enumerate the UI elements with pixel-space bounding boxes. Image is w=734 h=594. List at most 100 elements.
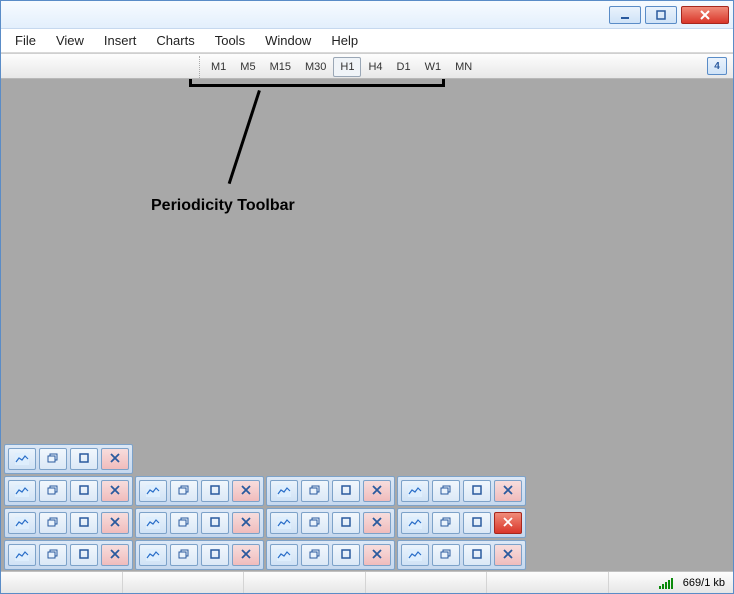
restore-icon — [309, 516, 321, 530]
app-window: FileViewInsertChartsToolsWindowHelp M1M5… — [0, 0, 734, 594]
status-cell-4 — [366, 572, 488, 593]
maximize-button[interactable] — [70, 448, 98, 470]
close-button[interactable] — [681, 6, 729, 24]
window-titlebar — [1, 1, 733, 29]
restore-button[interactable] — [432, 480, 460, 502]
period-m1[interactable]: M1 — [204, 57, 233, 77]
restore-icon — [178, 548, 190, 562]
annotation-label: Periodicity Toolbar — [151, 197, 295, 215]
close-icon — [110, 548, 120, 562]
restore-button[interactable] — [432, 512, 460, 534]
maximize-button[interactable] — [463, 512, 491, 534]
maximize-icon — [79, 516, 89, 530]
restore-button[interactable] — [39, 448, 67, 470]
close-button[interactable] — [232, 544, 260, 566]
menu-view[interactable]: View — [46, 31, 94, 50]
restore-button[interactable] — [39, 480, 67, 502]
restore-icon — [47, 452, 59, 466]
maximize-button[interactable] — [70, 512, 98, 534]
maximize-button[interactable] — [70, 480, 98, 502]
restore-button[interactable] — [301, 512, 329, 534]
period-mn[interactable]: MN — [448, 57, 479, 77]
close-button[interactable] — [363, 544, 391, 566]
annotation-leader-line — [228, 90, 261, 184]
close-icon — [110, 516, 120, 530]
mdi-window — [135, 476, 264, 506]
maximize-button[interactable] — [201, 480, 229, 502]
chart-icon — [277, 517, 291, 529]
maximize-icon — [472, 516, 482, 530]
mdi-row — [3, 539, 731, 571]
connection-bars-icon — [659, 577, 679, 589]
close-button[interactable] — [232, 480, 260, 502]
close-button[interactable] — [101, 544, 129, 566]
maximize-button[interactable] — [201, 512, 229, 534]
period-h1[interactable]: H1 — [333, 57, 361, 77]
mdi-window — [266, 508, 395, 538]
restore-icon — [178, 484, 190, 498]
maximize-icon — [341, 548, 351, 562]
close-icon — [503, 548, 513, 562]
period-h4[interactable]: H4 — [361, 57, 389, 77]
menu-tools[interactable]: Tools — [205, 31, 255, 50]
mdi-window — [397, 476, 526, 506]
restore-button[interactable] — [170, 480, 198, 502]
period-w1[interactable]: W1 — [418, 57, 449, 77]
maximize-button[interactable] — [463, 544, 491, 566]
close-icon — [372, 548, 382, 562]
maximize-icon — [341, 484, 351, 498]
status-cell-5 — [487, 572, 609, 593]
restore-button[interactable] — [170, 512, 198, 534]
maximize-button[interactable] — [332, 480, 360, 502]
statusbar: 669/1 kb — [1, 571, 733, 593]
maximize-button[interactable] — [201, 544, 229, 566]
close-button[interactable] — [232, 512, 260, 534]
mdi-window — [4, 508, 133, 538]
maximize-button[interactable] — [645, 6, 677, 24]
periodicity-toolbar: M1M5M15M30H1H4D1W1MN — [199, 56, 479, 78]
menu-help[interactable]: Help — [321, 31, 368, 50]
period-m15[interactable]: M15 — [263, 57, 298, 77]
close-button[interactable] — [363, 480, 391, 502]
period-d1[interactable]: D1 — [390, 57, 418, 77]
restore-button[interactable] — [39, 512, 67, 534]
restore-button[interactable] — [301, 480, 329, 502]
maximize-button[interactable] — [332, 544, 360, 566]
traffic-text: 669/1 kb — [683, 577, 725, 589]
menu-file[interactable]: File — [5, 31, 46, 50]
chart-button — [8, 544, 36, 566]
restore-button[interactable] — [432, 544, 460, 566]
maximize-button[interactable] — [332, 512, 360, 534]
close-button[interactable] — [494, 544, 522, 566]
menu-window[interactable]: Window — [255, 31, 321, 50]
restore-button[interactable] — [39, 544, 67, 566]
period-m5[interactable]: M5 — [233, 57, 262, 77]
mdi-window — [4, 444, 133, 474]
close-icon — [372, 484, 382, 498]
close-button[interactable] — [101, 512, 129, 534]
restore-button[interactable] — [170, 544, 198, 566]
close-button[interactable] — [363, 512, 391, 534]
workspace: Periodicity Toolbar — [1, 79, 733, 571]
mdi-window — [135, 508, 264, 538]
period-m30[interactable]: M30 — [298, 57, 333, 77]
mdi-row — [3, 475, 731, 507]
close-icon — [503, 516, 513, 530]
restore-button[interactable] — [301, 544, 329, 566]
status-connection[interactable]: 669/1 kb — [609, 572, 734, 593]
mdi-window — [397, 508, 526, 538]
menu-charts[interactable]: Charts — [146, 31, 204, 50]
close-button[interactable] — [494, 512, 522, 534]
maximize-icon — [341, 516, 351, 530]
close-button[interactable] — [101, 480, 129, 502]
close-button[interactable] — [494, 480, 522, 502]
minimize-button[interactable] — [609, 6, 641, 24]
mdi-child-windows — [3, 443, 731, 571]
menu-insert[interactable]: Insert — [94, 31, 147, 50]
toolbar-row: M1M5M15M30H1H4D1W1MN 4 — [1, 53, 733, 79]
maximize-button[interactable] — [70, 544, 98, 566]
maximize-button[interactable] — [463, 480, 491, 502]
close-icon — [372, 516, 382, 530]
close-button[interactable] — [101, 448, 129, 470]
chart-count-badge[interactable]: 4 — [707, 57, 727, 75]
